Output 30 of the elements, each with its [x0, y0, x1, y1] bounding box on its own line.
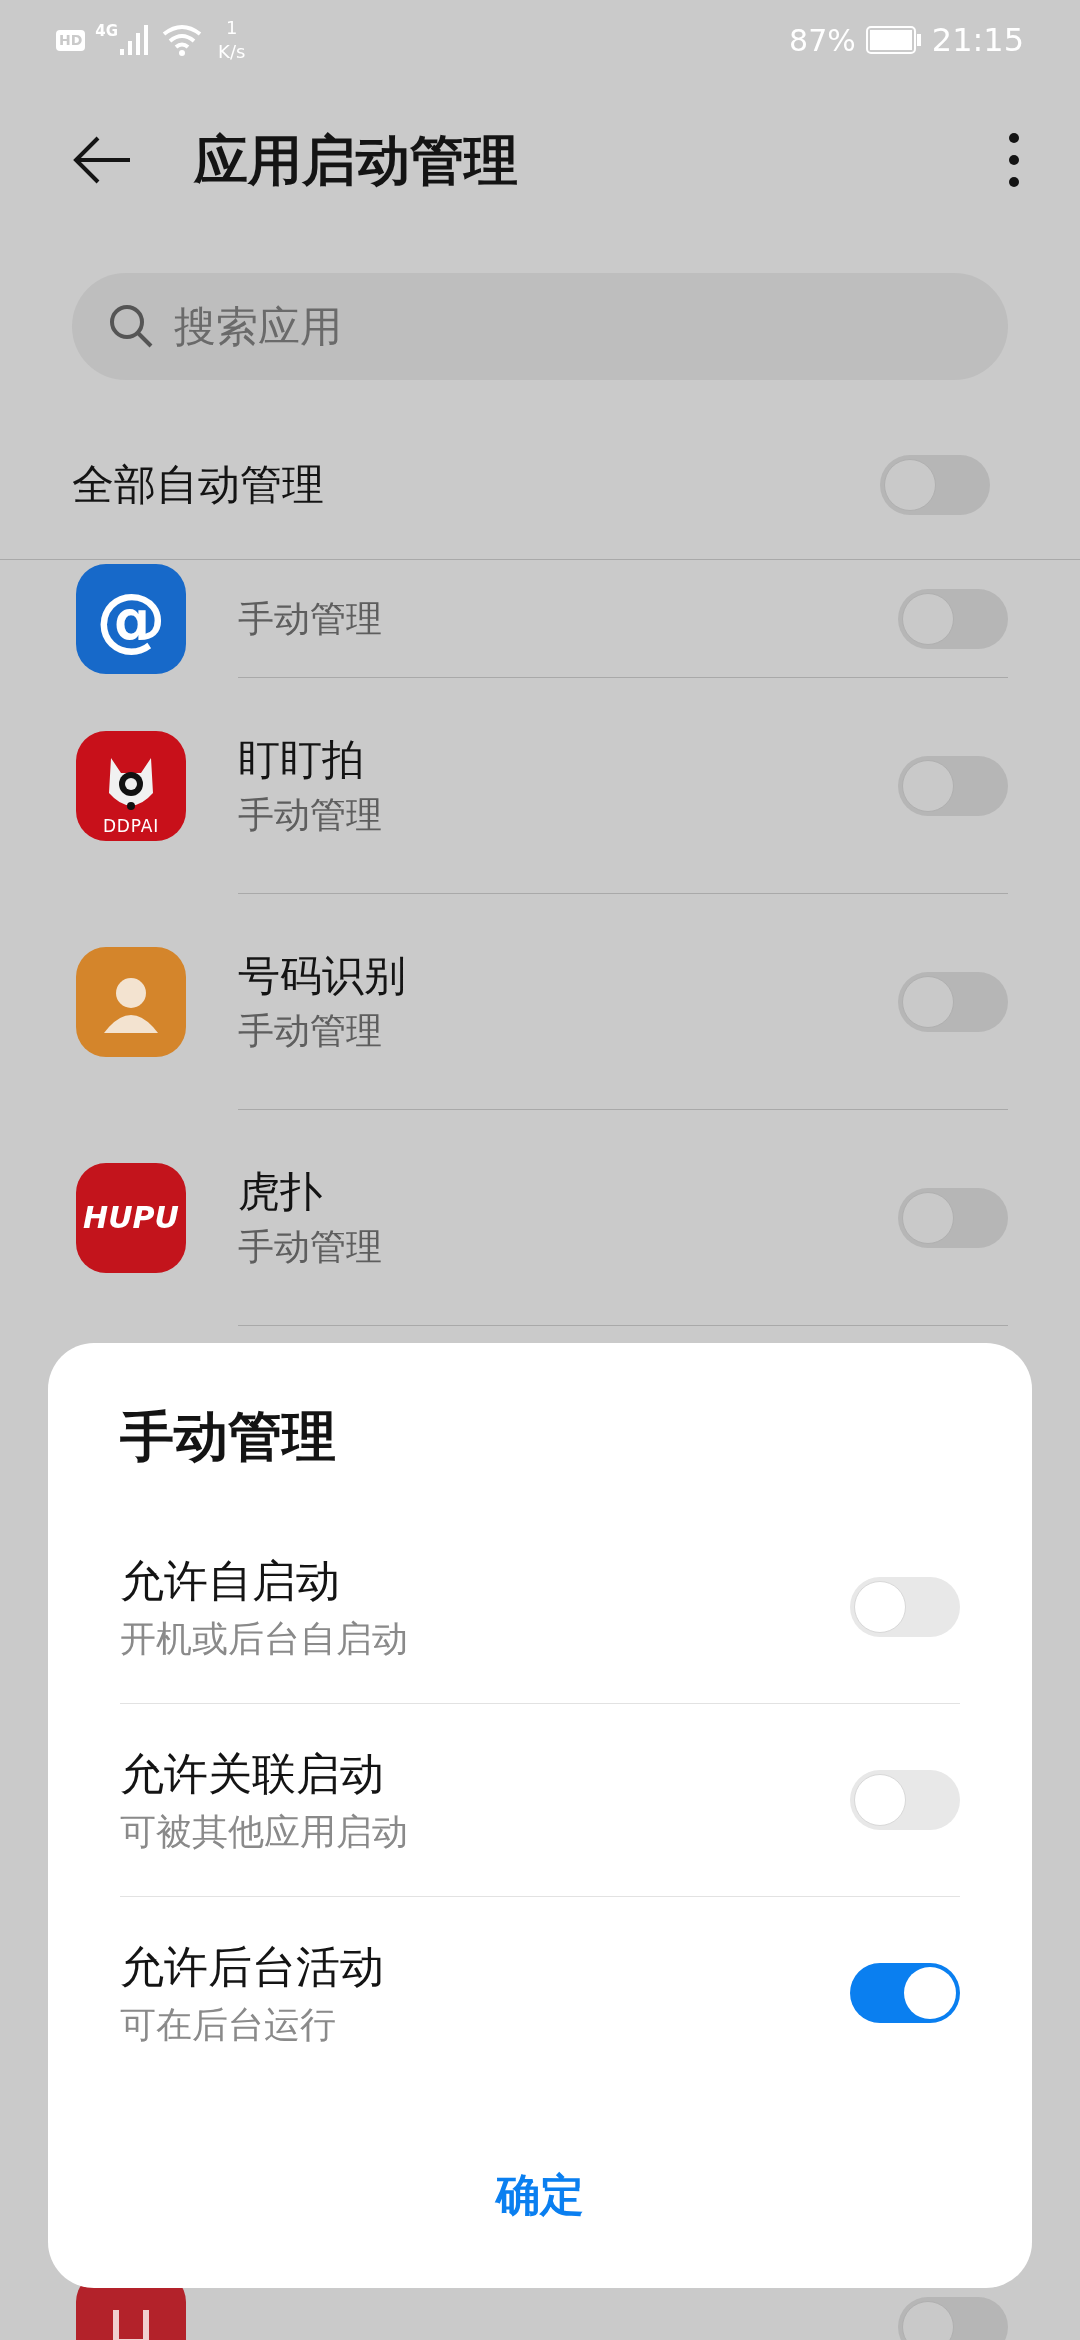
option-description: 开机或后台自启动 — [120, 1616, 409, 1661]
more-icon[interactable] — [1008, 132, 1020, 188]
app-status: 手动管理 — [238, 793, 383, 838]
signal-icon — [118, 25, 151, 55]
toggle-switch[interactable] — [898, 2297, 1008, 2340]
option-label: 允许后台活动 — [120, 1940, 385, 1994]
dialog-title: 手动管理 — [120, 1404, 337, 1470]
back-icon[interactable] — [72, 135, 132, 185]
app-status: 手动管理 — [238, 1009, 383, 1054]
search-icon — [108, 303, 154, 349]
search-field[interactable]: 搜索应用 — [72, 273, 1008, 380]
app-name: 盯盯拍 — [238, 733, 365, 786]
app-name: 虎扑 — [238, 1165, 323, 1218]
wifi-icon — [162, 24, 203, 56]
mail-app-icon: @ — [76, 564, 186, 674]
app-status: 手动管理 — [238, 1225, 383, 1270]
toggle-switch[interactable] — [850, 1963, 960, 2023]
contact-app-icon — [76, 947, 186, 1057]
page-title: 应用启动管理 — [194, 127, 519, 194]
app-name: 号码识别 — [238, 949, 407, 1002]
option-label: 允许关联启动 — [120, 1746, 385, 1801]
hupu-app-icon: HUPU — [76, 1163, 186, 1273]
option-label: 允许自启动 — [120, 1553, 341, 1608]
confirm-button[interactable]: 确定 — [456, 2152, 624, 2238]
app-status: 手动管理 — [238, 597, 383, 641]
auto-manage-label: 全部自动管理 — [72, 459, 325, 511]
dog-app-icon: DDPAI — [76, 731, 186, 841]
option-description: 可被其他应用启动 — [120, 1809, 409, 1854]
option-description: 可在后台运行 — [120, 2003, 337, 2047]
battery-icon — [865, 26, 922, 54]
